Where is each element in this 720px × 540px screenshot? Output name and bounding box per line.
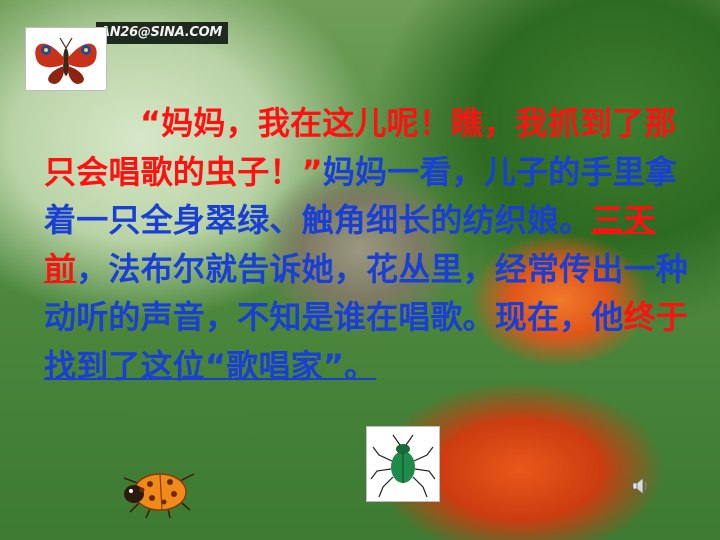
- butterfly-thumbnail: [25, 27, 107, 91]
- finally-text: 终于: [623, 298, 689, 336]
- slide: AN26@SINA.COM “妈妈，我在这儿呢！瞧，我抓到了那只会唱歌的虫子！”…: [0, 0, 720, 540]
- beetle-icon: [370, 434, 436, 498]
- butterfly-icon: [35, 37, 97, 84]
- middle-text: ，法布尔就告诉她，花丛里，经常传出一种动听的声音，不知是谁在唱歌。现在，他: [44, 249, 689, 337]
- watermark: AN26@SINA.COM: [96, 22, 228, 44]
- ladybug-icon: [123, 473, 195, 519]
- speaker-icon[interactable]: [632, 476, 648, 496]
- end-text: 找到了这位“歌唱家”。: [44, 346, 377, 385]
- beetle-thumbnail: [366, 426, 440, 502]
- story-paragraph: “妈妈，我在这儿呢！瞧，我抓到了那只会唱歌的虫子！”妈妈一看，儿子的手里拿着一只…: [44, 99, 690, 390]
